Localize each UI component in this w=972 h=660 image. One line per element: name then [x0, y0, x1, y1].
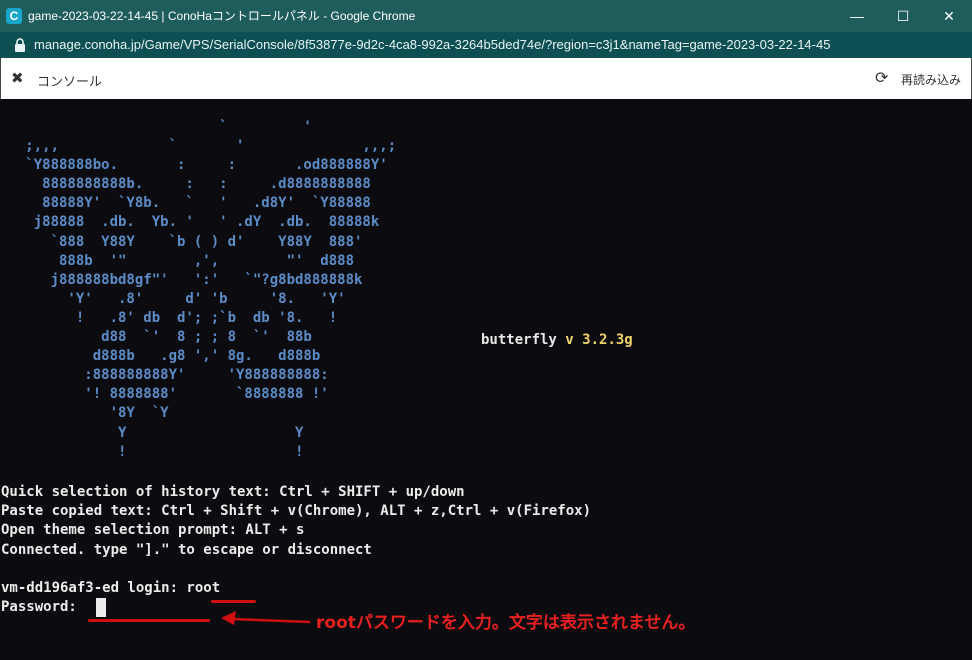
reload-button[interactable]: 再読み込み	[901, 71, 961, 88]
tools-icon: ✖	[11, 70, 24, 87]
annotation-text: rootパスワードを入力。文字は表示されません。	[316, 613, 696, 633]
login-prompt: vm-dd196af3-ed login: root	[1, 580, 221, 596]
minimize-button[interactable]: —	[834, 0, 880, 32]
help-lines: Quick selection of history text: Ctrl + …	[1, 483, 591, 560]
lock-icon	[15, 38, 25, 52]
window-title: game-2023-03-22-14-45 | ConoHaコントロールパネル …	[28, 9, 416, 23]
help-line: Open theme selection prompt: ALT + s	[1, 522, 305, 539]
help-line: Connected. type "]." to escape or discon…	[1, 541, 372, 558]
brand-name: butterfly	[481, 332, 557, 348]
root-underline-mark	[211, 600, 256, 603]
butterfly-ascii-art: ` ' ;,,, ` ' ,,,; `Y888888bo. : : .od888…	[25, 119, 397, 460]
butterfly-brand: butterfly v 3.2.3g	[481, 331, 633, 350]
arrow-left-icon	[221, 611, 311, 625]
console-label: コンソール	[37, 74, 103, 89]
maximize-button[interactable]: ☐	[880, 0, 926, 32]
conoha-app-icon: C	[6, 8, 22, 24]
help-line: Paste copied text: Ctrl + Shift + v(Chro…	[1, 503, 592, 520]
password-underline-mark	[88, 619, 210, 622]
serial-console-terminal[interactable]: ` ' ;,,, ` ' ,,,; `Y888888bo. : : .od888…	[0, 99, 972, 660]
terminal-cursor	[96, 598, 106, 617]
help-line: Quick selection of history text: Ctrl + …	[1, 484, 465, 500]
close-button[interactable]: ✕	[926, 0, 972, 32]
password-prompt[interactable]: Password:	[1, 598, 85, 617]
console-toolbar: ✖ コンソール ⟳ 再読み込み	[0, 58, 972, 99]
reload-icon[interactable]: ⟳	[875, 68, 888, 88]
brand-version: v 3.2.3g	[565, 332, 633, 348]
window-titlebar: C game-2023-03-22-14-45 | ConoHaコントロールパネ…	[0, 0, 972, 32]
address-bar[interactable]: manage.conoha.jp/Game/VPS/SerialConsole/…	[0, 32, 972, 58]
url-text[interactable]: manage.conoha.jp/Game/VPS/SerialConsole/…	[34, 37, 830, 53]
